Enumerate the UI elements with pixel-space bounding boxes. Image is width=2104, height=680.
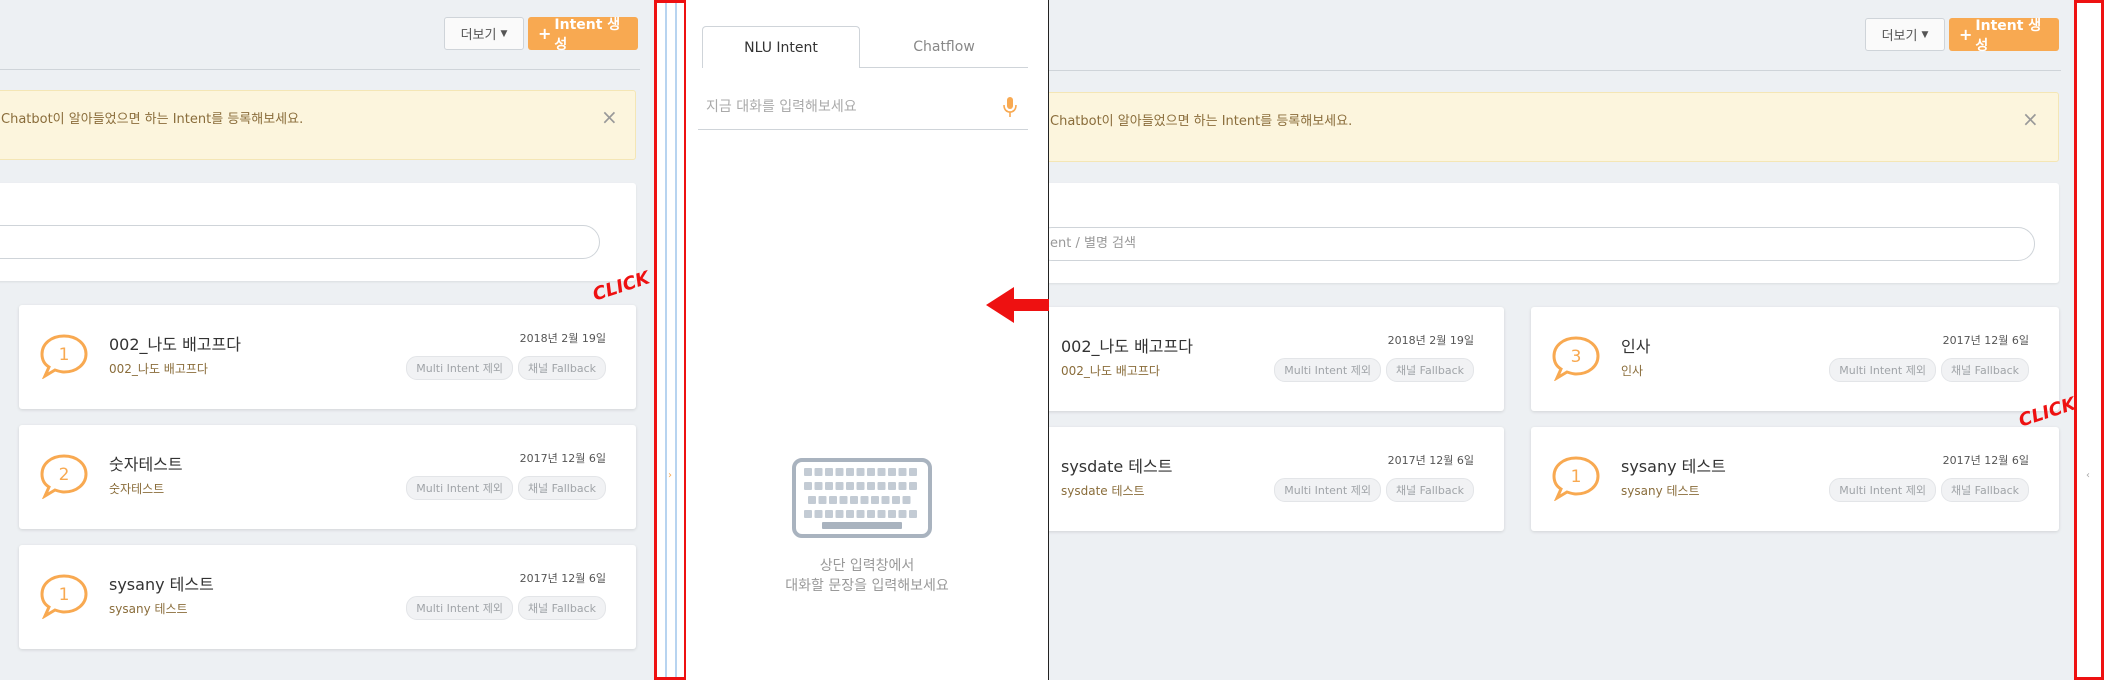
tag-multi-intent: Multi Intent 제외 [406,476,513,500]
intent-name: sysdate 테스트 [1061,457,1173,476]
search-input[interactable] [0,225,600,259]
intent-tags: Multi Intent 제외 채널 Fallback [406,476,606,500]
highlight-frame-left [654,0,687,680]
intent-name: sysany 테스트 [109,575,214,594]
search-card: ent / 별명 검색 [1049,183,2059,283]
intent-date: 2017년 12월 6일 [519,572,606,585]
speech-bubble-icon: 1 [40,574,88,619]
intent-alias: 숫자테스트 [109,482,165,496]
intent-alias: sysany 테스트 [1621,484,1700,498]
intent-tags: Multi Intent 제외 채널 Fallback [1829,478,2029,502]
microphone-icon[interactable] [1002,96,1018,118]
info-alert: Chatbot이 알아들었으면 하는 Intent를 등록해보세요. × [0,90,636,160]
toolbar-divider [0,69,640,70]
close-icon[interactable]: × [601,105,618,129]
tag-channel-fallback: 채널 Fallback [1385,478,1474,502]
create-intent-button[interactable]: + Intent 생성 [528,17,638,53]
create-intent-button[interactable]: + Intent 생성 [1949,18,2059,54]
speech-bubble-icon: 3 [1552,336,1600,381]
info-alert: Chatbot이 알아들었으면 하는 Intent를 등록해보세요. × [1049,92,2059,162]
tag-multi-intent: Multi Intent 제외 [1829,358,1936,382]
plus-icon[interactable]: + [1959,25,1972,44]
speech-bubble-icon: 1 [1552,456,1600,501]
alert-message: Chatbot이 알아들었으면 하는 Intent를 등록해보세요. [1,112,304,127]
intent-test-panel: NLU Intent Chatflow 지금 대화를 입력해보세요 상단 입력창… [686,0,1048,680]
intent-tags: Multi Intent 제외 채널 Fallback [1274,358,1474,382]
intent-tags: Multi Intent 제외 채널 Fallback [406,356,606,380]
tag-channel-fallback: 채널 Fallback [1940,478,2029,502]
close-icon[interactable]: × [2022,107,2039,131]
intent-date: 2018년 2월 19일 [1387,334,1474,347]
intent-name: 002_나도 배고프다 [1061,337,1193,356]
create-intent-label: Intent 생성 [554,16,621,53]
intent-count: 1 [1571,467,1582,487]
toolbar-divider [1049,70,2061,71]
intent-count: 1 [59,585,70,605]
intent-name: 숫자테스트 [109,455,183,474]
more-button[interactable]: 더보기 ▼ [1865,18,1945,51]
intent-alias: 002_나도 배고프다 [1061,364,1160,378]
speech-bubble-icon: 2 [40,454,88,499]
tab-chatflow[interactable]: Chatflow [860,26,1028,68]
tag-multi-intent: Multi Intent 제외 [406,356,513,380]
intent-alias: 002_나도 배고프다 [109,362,208,376]
intent-name: 인사 [1621,337,1651,356]
plus-icon: + [538,24,552,43]
tag-multi-intent: Multi Intent 제외 [1274,478,1381,502]
intent-list-panel-left: 더보기 ▼ + Intent 생성 Chatbot이 알아들었으면 하는 Int… [0,0,655,680]
intent-date: 2017년 12월 6일 [1942,454,2029,467]
tag-multi-intent: Multi Intent 제외 [1829,478,1936,502]
more-button-label: 더보기 [1881,29,1918,44]
intent-tags: Multi Intent 제외 채널 Fallback [406,596,606,620]
intent-card[interactable]: 2 숫자테스트 숫자테스트 2017년 12월 6일 Multi Intent … [19,425,636,529]
intent-alias: sysany 테스트 [109,602,188,616]
intent-count: 2 [59,465,70,485]
intent-name: 002_나도 배고프다 [109,335,241,354]
tag-channel-fallback: 채널 Fallback [517,356,606,380]
more-button[interactable]: 더보기 ▼ [444,17,524,50]
tab-nlu-intent[interactable]: NLU Intent [702,26,860,68]
tag-multi-intent: Multi Intent 제외 [1274,358,1381,382]
highlight-frame-right [2074,0,2104,680]
intent-date: 2018년 2월 19일 [519,332,606,345]
alert-message: Chatbot이 알아들었으면 하는 Intent를 등록해보세요. [1050,114,1353,129]
intent-tags: Multi Intent 제외 채널 Fallback [1829,358,2029,382]
tag-channel-fallback: 채널 Fallback [1940,358,2029,382]
intent-card[interactable]: 1 002_나도 배고프다 002_나도 배고프다 2018년 2월 19일 M… [19,305,636,409]
intent-count: 1 [59,345,70,365]
caret-down-icon: ▼ [1921,29,1929,40]
speech-bubble-icon: 1 [40,334,88,379]
search-card [0,183,636,281]
tag-channel-fallback: 채널 Fallback [1385,358,1474,382]
intent-tags: Multi Intent 제외 채널 Fallback [1274,478,1474,502]
intent-list-panel-right: 더보기 ▼ + Intent 생성 Chatbot이 알아들었으면 하는 Int… [1049,0,2074,680]
keyboard-icon [792,458,932,538]
intent-card[interactable]: 3 인사 인사 2017년 12월 6일 Multi Intent 제외 채널 … [1531,307,2059,411]
tag-multi-intent: Multi Intent 제외 [406,596,513,620]
create-intent-label: Intent 생성 [1975,17,2042,54]
intent-card[interactable]: 1 sysany 테스트 sysany 테스트 2017년 12월 6일 Mul… [1531,427,2059,531]
intent-card[interactable]: 002_나도 배고프다 002_나도 배고프다 2018년 2월 19일 Mul… [1049,307,1504,411]
tag-channel-fallback: 채널 Fallback [517,596,606,620]
intent-date: 2017년 12월 6일 [1942,334,2029,347]
intent-name: sysany 테스트 [1621,457,1726,476]
more-button-label: 더보기 [460,28,497,43]
empty-hint-line2: 대화할 문장을 입력해보세요 [785,578,949,594]
tag-channel-fallback: 채널 Fallback [517,476,606,500]
caret-down-icon: ▼ [500,28,508,39]
intent-card[interactable]: sysdate 테스트 sysdate 테스트 2017년 12월 6일 Mul… [1049,427,1504,531]
intent-card[interactable]: 1 sysany 테스트 sysany 테스트 2017년 12월 6일 Mul… [19,545,636,649]
intent-date: 2017년 12월 6일 [519,452,606,465]
empty-hint-line1: 상단 입력창에서 [819,558,915,574]
search-input[interactable]: ent / 별명 검색 [1049,227,2035,261]
intent-date: 2017년 12월 6일 [1387,454,1474,467]
intent-alias: sysdate 테스트 [1061,484,1145,498]
intent-alias: 인사 [1621,364,1644,378]
chat-input[interactable]: 지금 대화를 입력해보세요 [698,90,1028,130]
intent-count: 3 [1571,347,1582,367]
